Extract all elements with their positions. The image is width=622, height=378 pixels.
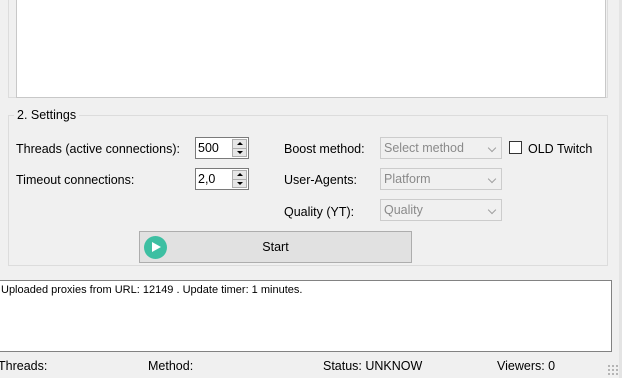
- timeout-label: Timeout connections:: [16, 173, 135, 187]
- start-button-label: Start: [262, 240, 289, 254]
- timeout-up-button[interactable]: [232, 170, 247, 180]
- settings-legend: 2. Settings: [14, 108, 80, 123]
- user-agents-value: Platform: [384, 172, 431, 186]
- arrow-down-icon: [236, 181, 243, 185]
- threads-down-button[interactable]: [232, 148, 247, 157]
- status-state: Status: UNKNOW: [323, 359, 423, 373]
- timeout-stepper[interactable]: 2,0: [195, 168, 249, 190]
- boost-method-value: Select method: [384, 141, 464, 155]
- status-method: Method:: [148, 359, 194, 373]
- threads-stepper[interactable]: 500: [195, 137, 249, 159]
- status-bar: Threads: Method: Status: UNKNOW Viewers:…: [0, 355, 622, 378]
- boost-method-label: Boost method:: [284, 142, 365, 156]
- user-agents-label: User-Agents:: [284, 173, 357, 187]
- boost-method-select[interactable]: Select method: [380, 137, 502, 159]
- quality-value: Quality: [384, 203, 423, 217]
- quality-label: Quality (YT):: [284, 205, 355, 219]
- threads-value[interactable]: 500: [198, 141, 219, 156]
- threads-label: Threads (active connections):: [16, 142, 180, 156]
- old-twitch-label[interactable]: OLD Twitch: [528, 141, 592, 157]
- status-threads: Threads:: [0, 359, 48, 373]
- arrow-up-icon: [236, 142, 243, 146]
- log-area[interactable]: Uploaded proxies from URL: 12149 . Updat…: [0, 280, 612, 352]
- start-button[interactable]: Start: [139, 231, 412, 263]
- chevron-down-icon: [487, 143, 497, 153]
- proxy-list-area[interactable]: [16, 0, 606, 98]
- old-twitch-checkbox[interactable]: [509, 141, 522, 154]
- resize-grip-icon[interactable]: [607, 364, 618, 375]
- user-agents-select[interactable]: Platform: [380, 168, 502, 190]
- status-viewers: Viewers: 0: [497, 359, 556, 373]
- threads-up-button[interactable]: [232, 139, 247, 149]
- arrow-up-icon: [236, 173, 243, 177]
- timeout-value[interactable]: 2,0: [198, 172, 215, 187]
- log-line: Uploaded proxies from URL: 12149 . Updat…: [1, 284, 303, 296]
- timeout-down-button[interactable]: [232, 179, 247, 188]
- quality-select[interactable]: Quality: [380, 199, 502, 221]
- chevron-down-icon: [487, 205, 497, 215]
- chevron-down-icon: [487, 174, 497, 184]
- arrow-down-icon: [236, 150, 243, 154]
